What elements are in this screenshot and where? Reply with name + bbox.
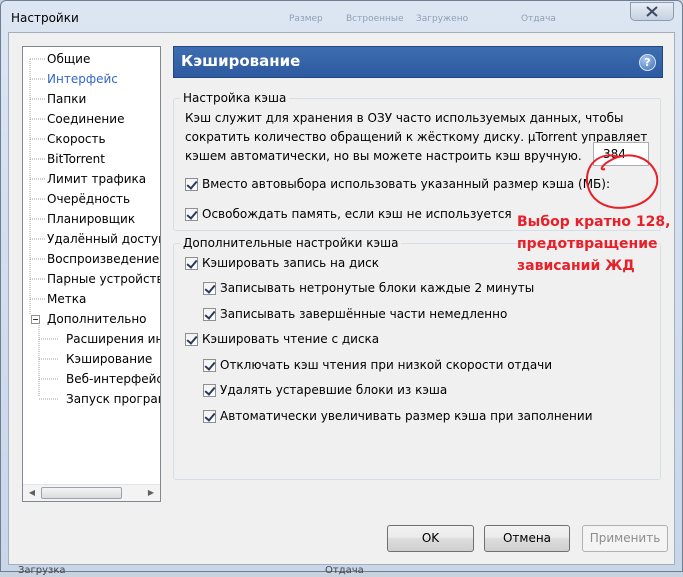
option-label: Отключать кэш чтения при низкой скорости… xyxy=(220,358,553,372)
option-label: Записывать нетронутые блоки каждые 2 мин… xyxy=(220,281,535,295)
cache-description: Кэш служит для хранения в ОЗУ часто испо… xyxy=(185,111,648,163)
tree-item[interactable]: Папки xyxy=(47,90,86,108)
scroll-left-icon[interactable]: ◀ xyxy=(24,485,40,501)
tree-item[interactable]: Очерёдность xyxy=(47,190,130,208)
close-icon xyxy=(646,6,658,17)
option-label: Записывать завершённые части немедленно xyxy=(220,307,508,321)
page-title: Кэширование xyxy=(181,52,301,70)
background-tab: Встроенные xyxy=(346,14,404,24)
override-size-checkbox[interactable] xyxy=(185,178,198,191)
tree-item[interactable]: Парные устройства xyxy=(47,270,160,288)
apply-button[interactable]: Применить xyxy=(582,525,668,552)
close-button[interactable] xyxy=(630,2,674,21)
scroll-thumb[interactable] xyxy=(41,487,122,499)
checkbox[interactable] xyxy=(203,282,216,295)
tree-item[interactable]: Метка xyxy=(47,290,86,308)
background-tab: Размер xyxy=(289,14,323,24)
status-fragment: Отдача xyxy=(325,565,364,576)
annotation-line: Выбор кратно 128, xyxy=(517,214,671,230)
cache-size-input[interactable]: 384 xyxy=(593,142,649,166)
background-tab: Отдача xyxy=(521,14,556,24)
title-bar: Настройки Размер Встроенные Загружено От… xyxy=(1,1,682,33)
panel-header: Кэширование ? xyxy=(173,46,663,78)
checkbox[interactable] xyxy=(203,384,216,397)
checkbox[interactable] xyxy=(203,308,216,321)
override-size-label: Вместо автовыбора использовать указанный… xyxy=(202,177,611,191)
group-legend: Дополнительные настройки кэша xyxy=(180,236,402,250)
ok-button[interactable]: OK xyxy=(387,525,474,552)
checkbox[interactable] xyxy=(203,410,216,423)
scroll-right-icon[interactable]: ▶ xyxy=(143,485,159,501)
tree-item[interactable]: Соединение xyxy=(47,110,124,128)
checkbox[interactable] xyxy=(203,359,216,372)
tree-item[interactable]: Общие xyxy=(47,50,90,68)
tree-item[interactable]: Воспроизведение xyxy=(47,250,159,268)
tree-item[interactable]: Запуск программ xyxy=(66,390,160,408)
tree-item[interactable]: BitTorrent xyxy=(47,150,105,168)
group-legend: Настройка кэша xyxy=(180,91,290,105)
checkbox[interactable] xyxy=(185,333,198,346)
background-tab: Загружено xyxy=(416,14,469,24)
tree-item[interactable]: Расширения интерфейса xyxy=(66,330,160,348)
option-label: Кэшировать запись на диск xyxy=(202,256,379,270)
option-label: Удалять устаревшие блоки из кэша xyxy=(220,383,448,397)
tree-item[interactable]: Кэширование xyxy=(66,350,152,368)
free-memory-checkbox[interactable] xyxy=(185,208,198,221)
tree-item[interactable]: Веб-интерфейс xyxy=(66,370,160,388)
tree-item[interactable]: Дополнительно xyxy=(47,310,147,328)
window-title: Настройки xyxy=(11,11,79,25)
status-fragment: Загрузка xyxy=(18,565,66,576)
tree-item[interactable]: Планировщик xyxy=(47,210,135,228)
free-memory-label: Освобождать память, если кэш не использу… xyxy=(202,207,512,221)
tree-item[interactable]: Удалённый доступ xyxy=(47,230,160,248)
red-annotation: Выбор кратно 128, предотвращение зависан… xyxy=(517,211,677,277)
option-label: Автоматически увеличивать размер кэша пр… xyxy=(220,409,593,423)
cancel-button[interactable]: Отмена xyxy=(484,525,570,552)
annotation-line: зависаний ЖД xyxy=(517,258,635,274)
settings-window: Настройки Размер Встроенные Загружено От… xyxy=(0,0,683,572)
checkbox[interactable] xyxy=(185,257,198,270)
tree-item[interactable]: Лимит трафика xyxy=(47,170,146,188)
settings-tree[interactable]: Общие Интерфейс Папки Соединение Скорость Bit… xyxy=(22,46,161,502)
collapse-icon[interactable] xyxy=(31,315,40,324)
help-icon[interactable]: ? xyxy=(639,54,656,71)
annotation-line: предотвращение xyxy=(517,236,658,252)
tree-item[interactable]: Интерфейс xyxy=(47,70,118,88)
option-label: Кэшировать чтение с диска xyxy=(202,332,380,346)
tree-horizontal-scrollbar[interactable]: ◀ ▶ xyxy=(23,484,160,501)
tree-item[interactable]: Скорость xyxy=(47,130,106,148)
